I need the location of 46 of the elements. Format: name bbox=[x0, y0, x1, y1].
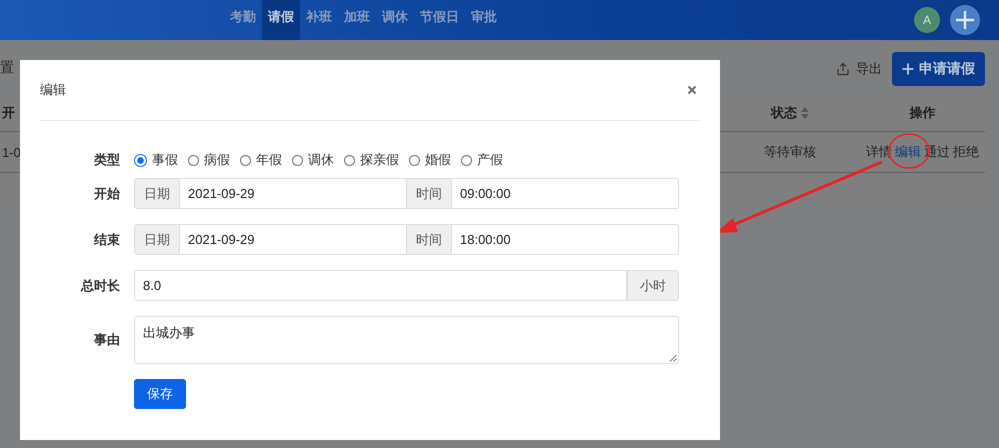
radio-label[interactable]: 年假 bbox=[256, 151, 282, 169]
nav-tab[interactable]: 请假 bbox=[262, 0, 300, 40]
table-cell: 等待审核 bbox=[764, 143, 816, 161]
table-cell: 1-0 bbox=[2, 144, 21, 160]
field-label: 总时长 bbox=[80, 276, 120, 294]
nav-tab[interactable]: 调休 bbox=[376, 0, 414, 40]
radio-button[interactable] bbox=[344, 154, 355, 166]
nav-tab[interactable]: 节假日 bbox=[414, 0, 465, 40]
dialog-title: 编辑 bbox=[40, 81, 66, 99]
action-link[interactable]: 编辑 bbox=[895, 143, 921, 161]
avatar[interactable]: A bbox=[914, 7, 940, 33]
textarea-field[interactable]: 出城办事 bbox=[134, 316, 679, 364]
nav-tab[interactable]: 考勤 bbox=[224, 0, 262, 40]
nav-tab[interactable]: 审批 bbox=[465, 0, 503, 40]
field-label: 类型 bbox=[92, 151, 120, 169]
nav-tab[interactable]: 加班 bbox=[338, 0, 376, 40]
input-addon: 小时 bbox=[627, 271, 678, 300]
save-button[interactable]: 保存 bbox=[134, 379, 186, 409]
export-button[interactable]: 导出 bbox=[836, 60, 882, 78]
column-header[interactable]: 开 bbox=[2, 104, 15, 122]
column-header[interactable]: 状态 bbox=[771, 104, 797, 122]
field-label: 开始 bbox=[93, 184, 120, 202]
radio-label[interactable]: 病假 bbox=[204, 151, 230, 169]
resize-handle-icon[interactable] bbox=[669, 354, 677, 362]
nav-tab[interactable]: 补班 bbox=[300, 0, 338, 40]
close-icon[interactable] bbox=[687, 85, 697, 95]
radio-label[interactable]: 产假 bbox=[477, 151, 503, 169]
radio-button[interactable] bbox=[240, 154, 251, 166]
action-link[interactable]: 拒绝 bbox=[953, 143, 979, 161]
page-title: 置 bbox=[0, 58, 14, 76]
radio-label[interactable]: 调休 bbox=[308, 151, 334, 169]
plus-icon bbox=[902, 63, 914, 75]
column-header[interactable]: 操作 bbox=[910, 104, 936, 122]
export-icon bbox=[836, 62, 850, 76]
field-label: 事由 bbox=[93, 331, 120, 349]
plus-icon[interactable] bbox=[950, 5, 980, 35]
radio-button[interactable] bbox=[461, 154, 472, 166]
apply-button[interactable]: 申请请假 bbox=[892, 52, 985, 86]
radio-label[interactable]: 事假 bbox=[152, 151, 178, 169]
radio-button[interactable] bbox=[409, 154, 420, 166]
radio-button[interactable] bbox=[292, 154, 303, 166]
radio-label[interactable]: 婚假 bbox=[425, 151, 451, 169]
field-label: 结束 bbox=[92, 230, 120, 248]
radio-button[interactable] bbox=[188, 154, 199, 166]
radio-button[interactable] bbox=[134, 154, 147, 166]
radio-label[interactable]: 探亲假 bbox=[360, 151, 399, 169]
